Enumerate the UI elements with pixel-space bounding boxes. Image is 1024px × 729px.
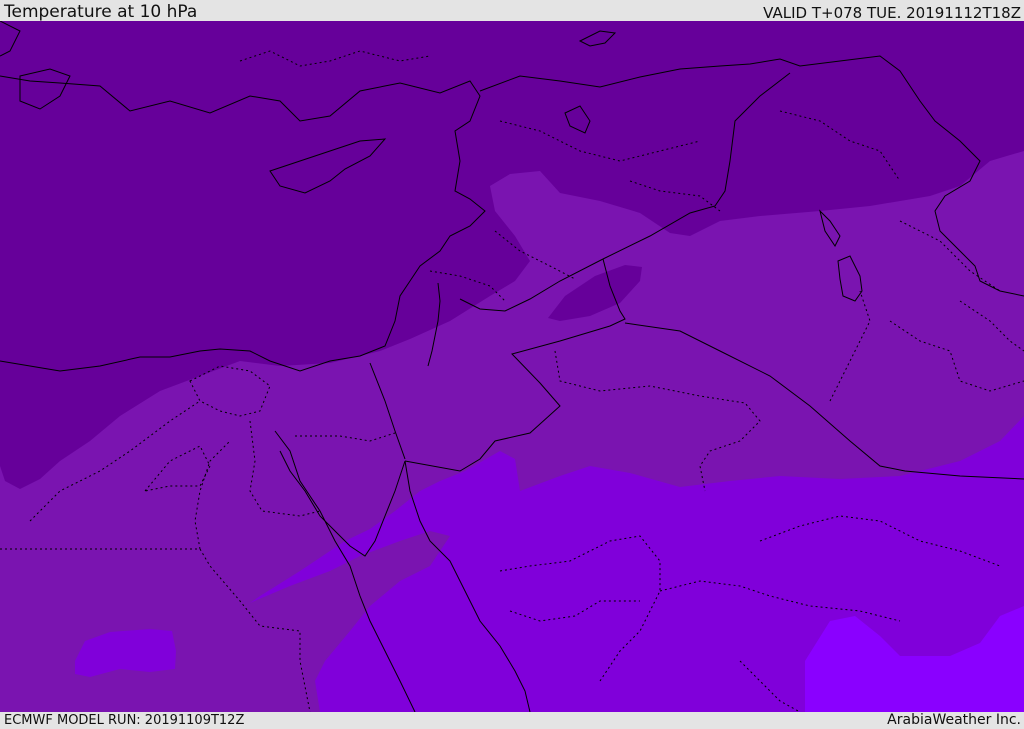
temperature-map[interactable] (0, 21, 1024, 712)
model-run-label: ECMWF MODEL RUN: 20191109T12Z (4, 713, 245, 728)
credit-label: ArabiaWeather Inc. (887, 712, 1021, 728)
header-bar: Temperature at 10 hPa VALID T+078 TUE. 2… (0, 0, 1024, 21)
map-title: Temperature at 10 hPa (4, 2, 198, 22)
valid-time-label: VALID T+078 TUE. 20191112T18Z (763, 4, 1021, 22)
footer-bar: ECMWF MODEL RUN: 20191109T12Z ArabiaWeat… (0, 712, 1024, 729)
map-canvas (0, 21, 1024, 712)
